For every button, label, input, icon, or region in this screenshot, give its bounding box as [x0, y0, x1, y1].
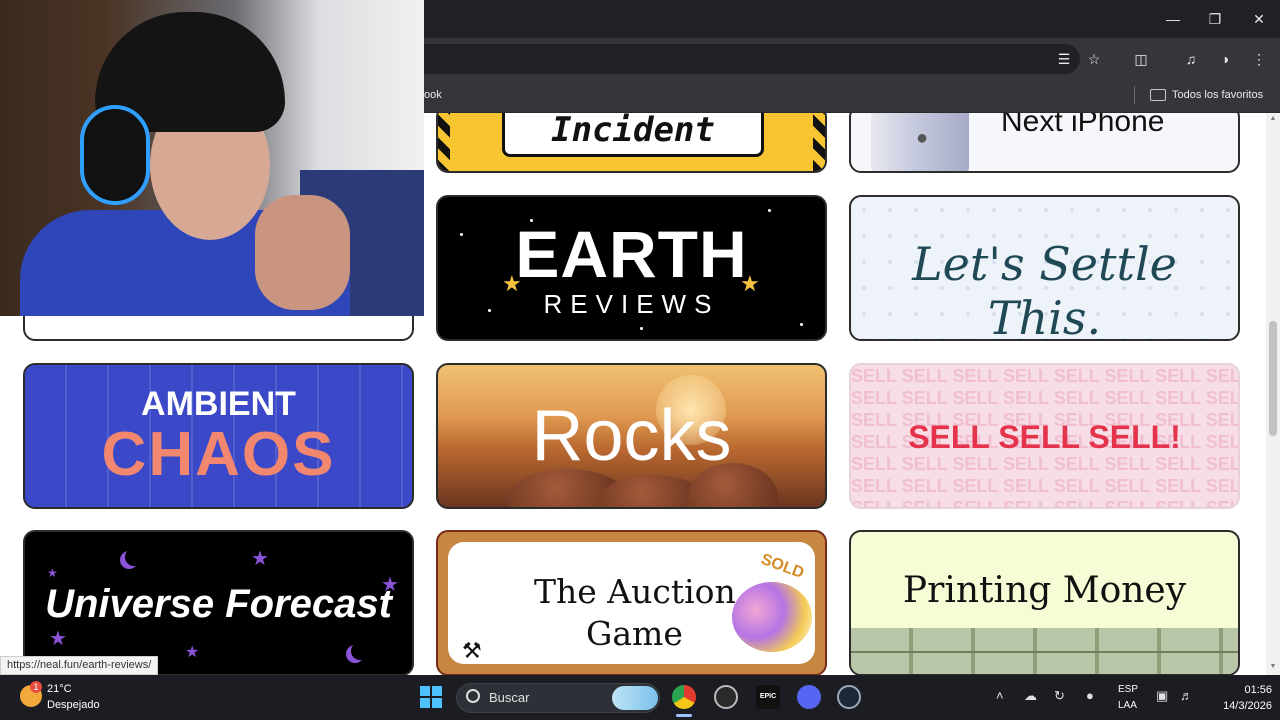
- cloud-icon[interactable]: ☁: [1024, 688, 1037, 704]
- star-dot: [800, 323, 803, 326]
- card-ambient-chaos[interactable]: AMBIENT CHAOS: [23, 363, 414, 509]
- moon-icon: [125, 548, 143, 566]
- bookmark-folder-label: Todos los favoritos: [1172, 89, 1264, 101]
- card-subtitle: REVIEWS: [543, 289, 720, 319]
- scroll-thumb[interactable]: [1269, 321, 1277, 436]
- apple-logo-icon: ●: [916, 127, 929, 149]
- card-title: SELL SELL SELL!: [908, 419, 1181, 455]
- sell-pattern-row: SELL SELL SELL SELL SELL SELL SELL SELL …: [851, 366, 1238, 386]
- headset-icon: [80, 105, 150, 205]
- card-title: Incident: [551, 113, 715, 150]
- discord-icon[interactable]: [797, 685, 821, 709]
- star-icon: ★: [251, 548, 269, 570]
- sell-pattern-row: SELL SELL SELL SELL SELL SELL SELL SELL …: [851, 388, 1238, 408]
- network-icon[interactable]: ▣: [1156, 688, 1168, 704]
- search-icon: [466, 689, 480, 703]
- maximize-icon[interactable]: ❐: [1204, 8, 1226, 30]
- microphone-icon[interactable]: ●: [1086, 688, 1094, 703]
- hazard-stripe: [813, 113, 825, 171]
- extensions-icon[interactable]: ◫: [1130, 48, 1152, 70]
- close-icon[interactable]: ✕: [1248, 8, 1270, 30]
- profile-icon[interactable]: ◑: [1214, 48, 1236, 70]
- card-lets-settle-this[interactable]: Let's Settle This.: [849, 195, 1240, 341]
- bookmark-item[interactable]: ook: [424, 89, 442, 101]
- hazard-stripe: [438, 113, 450, 171]
- card-printing-money[interactable]: Printing Money: [849, 530, 1240, 675]
- bookmarks-separator: [1134, 86, 1135, 104]
- star-icon: ★: [47, 566, 58, 580]
- windows-start-icon[interactable]: [420, 686, 442, 708]
- language-indicator[interactable]: ESP: [1118, 684, 1138, 695]
- card-title: The Auction: [534, 572, 736, 611]
- menu-icon[interactable]: ⋮: [1248, 48, 1270, 70]
- clock-time[interactable]: 01:56: [1224, 684, 1272, 696]
- card-title: Printing Money: [902, 570, 1187, 611]
- star-dot: [640, 327, 643, 330]
- card-title: EARTH: [515, 217, 748, 291]
- epic-games-icon[interactable]: EPIC: [756, 685, 780, 709]
- scroll-down-icon[interactable]: ▼: [1269, 663, 1277, 671]
- card-incident[interactable]: Incident: [436, 113, 827, 173]
- obs-icon[interactable]: [714, 685, 738, 709]
- translate-icon[interactable]: ☰: [1053, 48, 1075, 70]
- card-sell-sell-sell[interactable]: SELL SELL SELL SELL SELL SELL SELL SELL …: [849, 363, 1240, 509]
- chrome-icon[interactable]: [672, 685, 696, 709]
- sell-pattern-row: SELL SELL SELL SELL SELL SELL SELL SELL …: [851, 476, 1238, 496]
- sell-pattern-row: SELL SELL SELL SELL SELL SELL SELL SELL …: [851, 497, 1238, 507]
- clock-date[interactable]: 14/3/2026: [1204, 700, 1272, 712]
- sync-icon[interactable]: ↻: [1054, 688, 1065, 704]
- search-highlight-image: [612, 686, 658, 710]
- minimize-icon[interactable]: —: [1162, 8, 1184, 30]
- incident-sign: Incident: [502, 113, 764, 157]
- card-next-iphone[interactable]: ● Next iPhone: [849, 113, 1240, 173]
- notification-badge: 1: [30, 681, 42, 693]
- card-subtitle: Game: [586, 614, 683, 653]
- active-app-indicator: [676, 714, 692, 717]
- gavel-icon: ⚒: [462, 638, 482, 663]
- money-bills-image: [851, 628, 1238, 674]
- star-icon: ★: [185, 644, 200, 661]
- card-title: Rocks: [531, 396, 732, 476]
- paint-splash-image: [732, 582, 812, 652]
- address-bar[interactable]: [380, 44, 1080, 74]
- card-title: Universe Forecast: [45, 582, 392, 626]
- page-scrollbar[interactable]: ▲ ▼: [1266, 113, 1280, 675]
- media-icon[interactable]: ♫: [1180, 48, 1202, 70]
- card-universe-forecast[interactable]: ★ ★ ★ ★ ★ Universe Forecast: [23, 530, 414, 675]
- card-earth-reviews[interactable]: ★ ★ EARTH REVIEWS: [436, 195, 827, 341]
- star-icon: ★: [49, 628, 67, 650]
- screen: — ❐ ✕ ☰ ☆ ◫ ♫ ◑ ⋮ ook Todos los favorito…: [0, 0, 1280, 720]
- card-title: Next iPhone: [1001, 113, 1165, 138]
- card-auction-game[interactable]: SOLD The Auction Game ⚒: [436, 530, 827, 675]
- weather-temperature[interactable]: 21°C: [47, 683, 72, 695]
- star-icon[interactable]: ☆: [1083, 48, 1105, 70]
- card-rocks[interactable]: Rocks: [436, 363, 827, 509]
- all-bookmarks-folder[interactable]: Todos los favoritos: [1150, 86, 1263, 104]
- webcam-hand: [255, 195, 350, 310]
- search-placeholder[interactable]: Buscar: [489, 690, 529, 705]
- chevron-up-icon[interactable]: ˄: [996, 688, 1004, 703]
- weather-condition[interactable]: Despejado: [47, 699, 100, 711]
- volume-icon[interactable]: ♬: [1180, 688, 1193, 703]
- card-subtitle: CHAOS: [101, 420, 336, 489]
- folder-icon: [1150, 89, 1166, 101]
- keyboard-layout[interactable]: LAA: [1118, 700, 1137, 711]
- sell-pattern-row: SELL SELL SELL SELL SELL SELL SELL SELL …: [851, 454, 1238, 474]
- card-partial[interactable]: [23, 313, 414, 341]
- star-dot: [768, 209, 771, 212]
- iphone-image: ●: [871, 113, 969, 171]
- moon-icon: [351, 642, 369, 660]
- scroll-up-icon[interactable]: ▲: [1269, 115, 1277, 123]
- webcam-overlay: [0, 0, 424, 316]
- steam-icon[interactable]: [837, 685, 861, 709]
- status-url-tooltip: https://neal.fun/earth-reviews/: [0, 656, 159, 675]
- sold-stamp: SOLD: [758, 550, 807, 583]
- auction-panel: SOLD The Auction Game ⚒: [448, 542, 815, 664]
- card-title: Let's Settle This.: [912, 237, 1177, 341]
